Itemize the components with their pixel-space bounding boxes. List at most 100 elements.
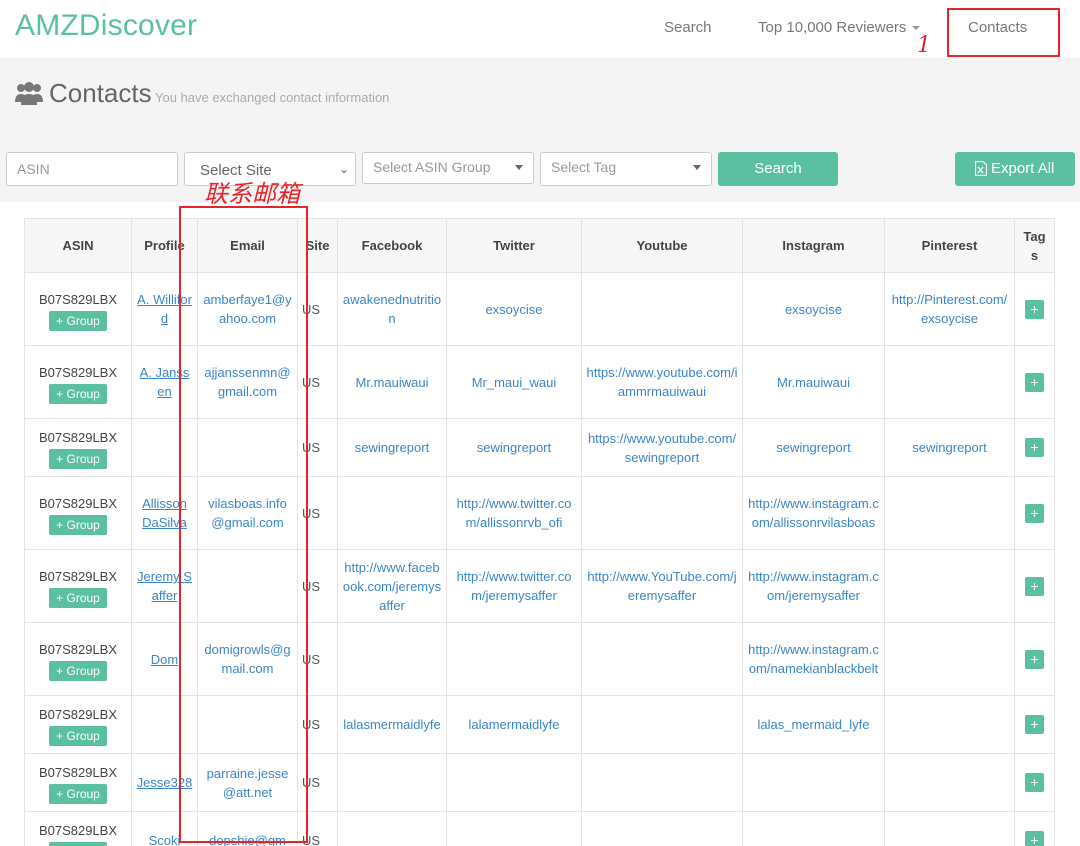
twitter-cell (446, 753, 582, 812)
youtube-cell[interactable]: http://www.YouTube.com/jeremysaffer (581, 549, 743, 623)
annotation-email-label: 联系邮箱 (204, 180, 300, 208)
tags-cell: + (1014, 549, 1055, 623)
youtube-cell (581, 272, 743, 346)
annotation-highlight-contacts (947, 8, 1060, 57)
nav-top-reviewers[interactable]: Top 10,000 Reviewers (758, 19, 921, 36)
add-group-button[interactable]: + Group (49, 383, 107, 404)
facebook-cell[interactable]: awakenednutrition (337, 272, 447, 346)
pinterest-cell[interactable]: http://Pinterest.com/exsoycise (884, 272, 1015, 346)
add-tag-button[interactable]: + (1025, 649, 1044, 669)
facebook-cell[interactable]: http://www.facebook.com/jeremysaffer (337, 549, 447, 623)
add-tag-button[interactable]: + (1025, 299, 1044, 319)
instagram-cell[interactable]: Mr.mauiwaui (742, 345, 885, 419)
youtube-cell[interactable]: https://www.youtube.com/iammrmauiwaui (581, 345, 743, 419)
profile-link[interactable]: Scoki (149, 833, 181, 846)
asin-cell: B07S829LBX + Group (24, 418, 132, 477)
asin-value: B07S829LBX (38, 641, 118, 657)
instagram-cell[interactable]: http://www.instagram.com/allissonrvilasb… (742, 476, 885, 550)
youtube-cell[interactable]: https://www.youtube.com/sewingreport (581, 418, 743, 477)
column-header-instagram: Instagram (742, 218, 885, 273)
asin-value: B07S829LBX (38, 765, 118, 780)
instagram-cell[interactable]: http://www.instagram.com/jeremysaffer (742, 549, 885, 623)
facebook-cell[interactable]: sewingreport (337, 418, 447, 477)
twitter-cell[interactable]: sewingreport (446, 418, 582, 477)
column-header-asin: ASIN (24, 218, 132, 273)
twitter-cell[interactable]: http://www.twitter.com/jeremysaffer (446, 549, 582, 623)
page-header: Contacts You have exchanged contact info… (0, 58, 1080, 136)
add-group-button[interactable]: + Group (49, 514, 107, 535)
asin-cell: B07S829LBX + Group (24, 345, 132, 419)
pinterest-cell (884, 345, 1015, 419)
facebook-cell[interactable]: Mr.mauiwaui (337, 345, 447, 419)
add-group-button[interactable]: + Group (49, 660, 107, 681)
tags-cell: + (1014, 418, 1055, 477)
tag-select[interactable]: Select Tag (540, 152, 712, 186)
add-tag-button[interactable]: + (1025, 831, 1044, 846)
profile-link[interactable]: Dom (151, 652, 178, 667)
add-group-button[interactable]: + Group (49, 449, 107, 469)
add-tag-button[interactable]: + (1025, 503, 1044, 523)
twitter-cell[interactable]: lalamermaidlyfe (446, 695, 582, 754)
asin-cell: B07S829LBX + Group (24, 695, 132, 754)
export-all-label: Export All (991, 160, 1055, 177)
add-tag-button[interactable]: + (1025, 438, 1044, 457)
tags-cell: + (1014, 695, 1055, 754)
facebook-cell (337, 622, 447, 696)
caret-down-icon (912, 26, 921, 31)
add-tag-button[interactable]: + (1025, 773, 1044, 792)
facebook-cell (337, 753, 447, 812)
asin-value: B07S829LBX (38, 430, 118, 445)
asin-value: B07S829LBX (38, 364, 118, 380)
twitter-cell[interactable]: http://www.twitter.com/allissonrvb_ofi (446, 476, 582, 550)
tag-select-label: Select Tag (551, 159, 617, 175)
nav-search[interactable]: Search (664, 19, 712, 36)
filter-bar: ASIN Select Site ⌄ Select ASIN Group Sel… (0, 136, 1080, 202)
chevron-down-icon: ⌄ (338, 162, 349, 176)
brand-logo[interactable]: AMZDiscover (15, 9, 197, 43)
column-header-pinterest: Pinterest (884, 218, 1015, 273)
youtube-cell (581, 695, 743, 754)
youtube-cell (581, 476, 743, 550)
asin-cell: B07S829LBX + Group (24, 622, 132, 696)
page-subtitle: You have exchanged contact information (155, 90, 390, 105)
instagram-cell[interactable]: exsoycise (742, 272, 885, 346)
nav-top-reviewers-label: Top 10,000 Reviewers (758, 19, 907, 36)
export-all-button[interactable]: Export All (955, 152, 1075, 186)
twitter-cell[interactable]: exsoycise (446, 272, 582, 346)
facebook-cell[interactable]: lalasmermaidlyfe (337, 695, 447, 754)
asin-value: B07S829LBX (38, 707, 118, 722)
twitter-cell[interactable]: Mr_maui_waui (446, 345, 582, 419)
pinterest-cell (884, 753, 1015, 812)
instagram-cell[interactable]: lalas_mermaid_lyfe (742, 695, 885, 754)
caret-down-icon (693, 165, 701, 170)
add-group-button[interactable]: + Group (49, 726, 107, 746)
add-group-button[interactable]: + Group (49, 784, 107, 804)
add-group-button[interactable]: + Group (49, 842, 107, 846)
pinterest-cell (884, 622, 1015, 696)
twitter-cell (446, 622, 582, 696)
add-tag-button[interactable]: + (1025, 576, 1044, 596)
instagram-cell (742, 753, 885, 812)
column-header-tags: Tags (1014, 218, 1055, 273)
search-button[interactable]: Search (718, 152, 838, 186)
asin-value: B07S829LBX (38, 823, 118, 838)
asin-input[interactable]: ASIN (6, 152, 178, 186)
add-group-button[interactable]: + Group (49, 587, 107, 608)
add-tag-button[interactable]: + (1025, 372, 1044, 392)
asin-group-select[interactable]: Select ASIN Group (362, 152, 534, 184)
facebook-cell (337, 476, 447, 550)
asin-cell: B07S829LBX + Group (24, 549, 132, 623)
asin-cell: B07S829LBX + Group (24, 476, 132, 550)
tags-cell: + (1014, 345, 1055, 419)
instagram-cell[interactable]: http://www.instagram.com/namekianblackbe… (742, 622, 885, 696)
column-header-facebook: Facebook (337, 218, 447, 273)
asin-cell: B07S829LBX + Group (24, 753, 132, 812)
add-tag-button[interactable]: + (1025, 715, 1044, 734)
pinterest-cell[interactable]: sewingreport (884, 418, 1015, 477)
asin-value: B07S829LBX (38, 291, 118, 307)
add-group-button[interactable]: + Group (49, 310, 107, 331)
instagram-cell[interactable]: sewingreport (742, 418, 885, 477)
asin-cell: B07S829LBX + Group (24, 272, 132, 346)
column-header-twitter: Twitter (446, 218, 582, 273)
asin-value: B07S829LBX (38, 568, 118, 584)
